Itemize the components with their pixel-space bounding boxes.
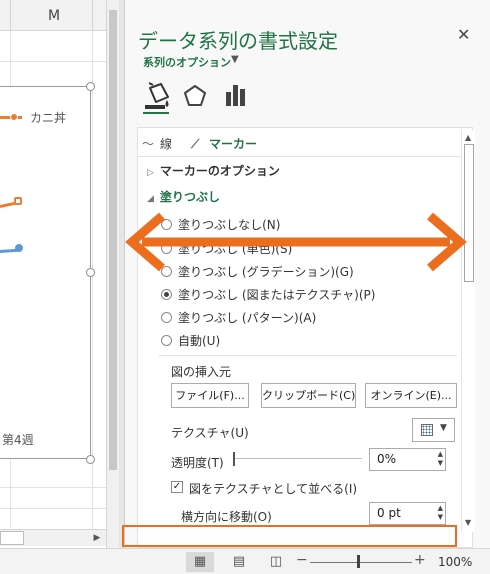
divider bbox=[159, 355, 457, 356]
pane-title: データ系列の書式設定 bbox=[138, 29, 338, 53]
column-separator bbox=[92, 0, 93, 31]
series-options-bars-icon[interactable] bbox=[220, 80, 252, 112]
transparency-slider-handle[interactable] bbox=[233, 452, 235, 466]
marker-line-icon: ⟋ bbox=[191, 137, 200, 151]
zoom-slider[interactable] bbox=[310, 562, 412, 563]
grid-line bbox=[0, 508, 106, 509]
texture-swatch-icon bbox=[421, 424, 433, 436]
texture-label: テクスチャ(U) bbox=[171, 426, 249, 440]
page-layout-view-icon[interactable]: ▤ bbox=[225, 552, 253, 572]
online-button[interactable]: オンライン(E)... bbox=[365, 383, 457, 408]
scroll-right-icon[interactable]: ▶ bbox=[90, 531, 104, 545]
zoom-slider-thumb[interactable] bbox=[357, 555, 360, 568]
column-header-row: M bbox=[0, 0, 106, 31]
column-header-m[interactable]: M bbox=[48, 8, 60, 24]
chart-area[interactable] bbox=[0, 86, 91, 459]
section-fill[interactable]: ◢ 塗りつぶし bbox=[147, 188, 220, 205]
series-point-orange[interactable] bbox=[14, 197, 22, 205]
grid-line bbox=[0, 61, 106, 62]
highlight-rectangle-annotation bbox=[122, 525, 457, 547]
vertical-scrollbar[interactable] bbox=[106, 0, 119, 548]
scroll-up-icon[interactable]: ▲ bbox=[465, 133, 471, 142]
resize-handle[interactable] bbox=[86, 82, 95, 91]
zoom-in-icon[interactable]: + bbox=[414, 552, 426, 568]
tab-line-label: 線 bbox=[160, 137, 173, 151]
caret-down-icon[interactable]: ▼ bbox=[231, 54, 239, 65]
zoom-level[interactable]: 100% bbox=[438, 555, 472, 569]
spinner-arrows-icon[interactable]: ▲ ▼ bbox=[438, 450, 443, 468]
scroll-down-icon[interactable]: ▼ bbox=[465, 518, 471, 527]
tile-checkbox-label: 図をテクスチャとして並べる(I) bbox=[189, 482, 358, 496]
radio-label: 自動(U) bbox=[178, 334, 221, 348]
radio-button[interactable] bbox=[161, 335, 172, 346]
section-fill-label: 塗りつぶし bbox=[159, 190, 221, 204]
divider bbox=[137, 156, 461, 157]
radio-automatic-fill[interactable]: 自動(U) bbox=[161, 332, 220, 349]
tab-marker[interactable]: ⟋ マーカー bbox=[191, 135, 257, 152]
line-icon: 〜 bbox=[142, 137, 155, 151]
insert-picture-from-label: 図の挿入元 bbox=[171, 365, 232, 379]
scrollbar-thumb[interactable] bbox=[109, 10, 117, 470]
resize-handle[interactable] bbox=[86, 268, 95, 277]
close-icon[interactable]: ✕ bbox=[457, 25, 470, 44]
column-separator bbox=[10, 0, 11, 31]
effects-pentagon-icon[interactable] bbox=[179, 80, 211, 112]
zoom-out-icon[interactable]: − bbox=[296, 552, 308, 568]
page-break-preview-icon[interactable]: ◫ bbox=[262, 552, 290, 572]
grid-line bbox=[0, 487, 106, 488]
status-bar: ▦ ▤ ◫ − + 100% bbox=[0, 548, 490, 574]
collapse-triangle-icon: ◢ bbox=[147, 194, 154, 204]
tile-checkbox[interactable]: ✓ bbox=[171, 481, 183, 493]
radio-label: 塗りつぶし (図またはテクスチャ)(P) bbox=[178, 288, 376, 302]
section-marker-options-label: マーカーのオプション bbox=[159, 164, 280, 178]
double-headed-arrow-annotation bbox=[125, 212, 467, 272]
tab-marker-label: マーカー bbox=[209, 137, 258, 151]
series-point-blue[interactable] bbox=[15, 244, 23, 252]
normal-view-icon[interactable]: ▦ bbox=[186, 552, 214, 572]
radio-label: 塗りつぶし (パターン)(A) bbox=[178, 311, 317, 325]
fill-and-line-icon[interactable] bbox=[141, 80, 173, 112]
resize-handle[interactable] bbox=[86, 455, 95, 464]
transparency-slider[interactable] bbox=[235, 458, 362, 459]
radio-button-selected[interactable] bbox=[161, 289, 172, 300]
sheet-tab-area[interactable] bbox=[0, 531, 24, 545]
horizontal-scrollbar[interactable]: ▶ bbox=[0, 529, 106, 546]
radio-picture-fill[interactable]: 塗りつぶし (図またはテクスチャ)(P) bbox=[161, 286, 375, 303]
radio-pattern-fill[interactable]: 塗りつぶし (パターン)(A) bbox=[161, 309, 316, 326]
category-axis-label: 第4週 bbox=[2, 433, 34, 447]
transparency-label: 透明度(T) bbox=[171, 456, 224, 470]
offset-x-value: 0 pt bbox=[377, 506, 401, 520]
section-marker-options[interactable]: ▷ マーカーのオプション bbox=[147, 162, 280, 179]
offset-x-input[interactable]: 0 pt ▲ ▼ bbox=[369, 502, 446, 525]
caret-down-icon: ▼ bbox=[440, 423, 447, 433]
offset-x-label: 横方向に移動(O) bbox=[181, 510, 272, 524]
expand-triangle-icon: ▷ bbox=[147, 168, 154, 178]
transparency-value: 0% bbox=[377, 452, 397, 466]
legend-marker-orange bbox=[10, 113, 18, 121]
file-button[interactable]: ファイル(F)... bbox=[171, 383, 249, 408]
texture-picker[interactable]: ▼ bbox=[412, 418, 455, 442]
active-category-indicator bbox=[143, 112, 169, 114]
pane-scrollbar[interactable]: ▲ ▼ bbox=[461, 130, 475, 532]
transparency-input[interactable]: 0% ▲ ▼ bbox=[369, 448, 446, 471]
format-data-series-pane: データ系列の書式設定 ✕ 系列のオプション ▼ 〜線 ⟋ マーカー ▷ マーカーのオ… bbox=[125, 0, 490, 548]
tab-line[interactable]: 〜線 bbox=[142, 135, 172, 152]
series-options-dropdown[interactable]: 系列のオプション bbox=[143, 54, 231, 70]
clipboard-button[interactable]: クリップボード(C) bbox=[261, 383, 356, 408]
spinner-arrows-icon[interactable]: ▲ ▼ bbox=[438, 504, 443, 522]
radio-button[interactable] bbox=[161, 312, 172, 323]
legend-label[interactable]: カニ丼 bbox=[30, 109, 66, 126]
worksheet[interactable]: M カニ丼 第4週 ▶ bbox=[0, 0, 106, 548]
